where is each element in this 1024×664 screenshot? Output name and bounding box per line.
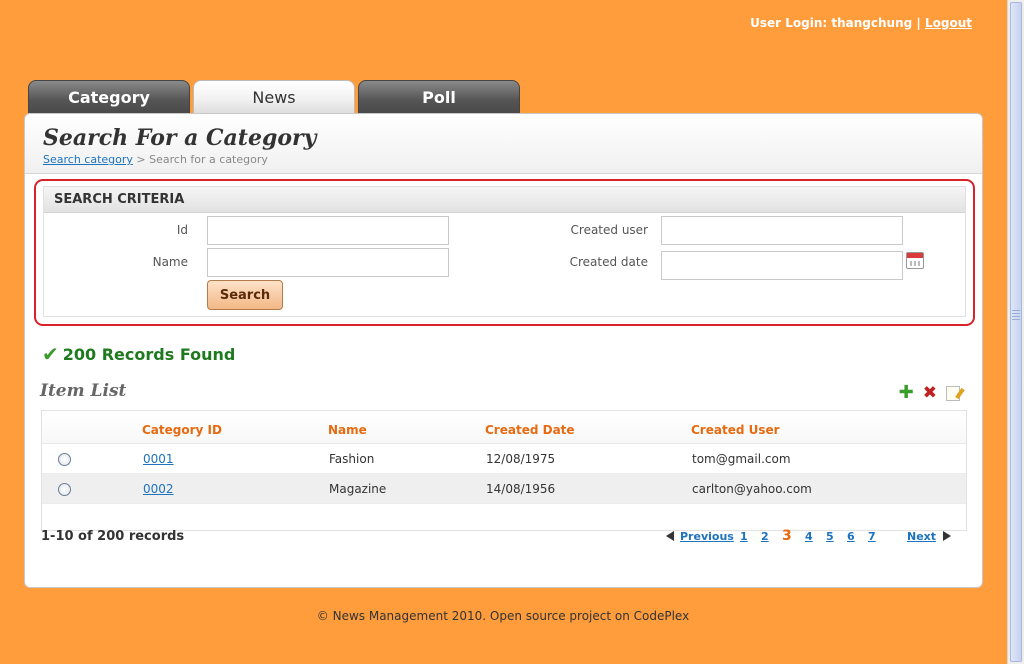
row-category-id-link[interactable]: 0002: [143, 482, 174, 496]
page-link-2[interactable]: 2: [761, 530, 769, 543]
search-criteria-box: SEARCH CRITERIA Id Name Created user Cre…: [34, 179, 975, 326]
id-input[interactable]: [207, 216, 449, 245]
row-created-user: carlton@yahoo.com: [692, 482, 812, 496]
page-link-1[interactable]: 1: [740, 530, 748, 543]
column-header-category-id[interactable]: Category ID: [142, 423, 222, 437]
breadcrumb-separator: >: [136, 153, 146, 166]
row-name: Fashion: [329, 452, 375, 466]
column-header-name[interactable]: Name: [328, 423, 367, 437]
main-tabs: Category News Poll: [28, 80, 520, 114]
row-created-user: tom@gmail.com: [692, 452, 791, 466]
records-found-text: 200 Records Found: [62, 344, 236, 364]
search-button[interactable]: Search: [207, 280, 283, 310]
row-category-id-link[interactable]: 0001: [143, 452, 174, 466]
name-label: Name: [152, 255, 188, 269]
row-created-date: 12/08/1975: [486, 452, 556, 466]
vertical-scrollbar[interactable]: [1007, 0, 1024, 664]
tab-news[interactable]: News: [193, 80, 355, 114]
page-link-4[interactable]: 4: [805, 530, 813, 543]
delete-icon[interactable]: ✖: [923, 384, 937, 402]
edit-icon[interactable]: [946, 385, 960, 401]
column-header-created-user[interactable]: Created User: [691, 423, 780, 437]
list-toolbar: ✚ ✖: [899, 384, 960, 402]
scrollbar-thumb[interactable]: [1010, 2, 1022, 662]
row-created-date: 14/08/1956: [486, 482, 556, 496]
table-row: 0001 Fashion 12/08/1975 tom@gmail.com: [42, 444, 966, 474]
next-arrow-icon[interactable]: [943, 531, 951, 541]
previous-link[interactable]: Previous: [680, 530, 734, 543]
created-user-input[interactable]: [661, 216, 903, 245]
panel-header: Search For a Category Search category > …: [25, 114, 982, 174]
user-bar-separator: |: [916, 16, 921, 30]
breadcrumb-current: Search for a category: [149, 153, 268, 166]
item-grid: Category ID Name Created Date Created Us…: [41, 410, 967, 531]
created-date-label: Created date: [569, 255, 648, 269]
pagination: Previous 1 2 3 4 5 6 7 Next: [665, 528, 955, 546]
row-select-radio[interactable]: [58, 483, 71, 496]
page-link-6[interactable]: 6: [847, 530, 855, 543]
created-user-label: Created user: [570, 223, 648, 237]
table-row: 0002 Magazine 14/08/1956 carlton@yahoo.c…: [42, 474, 966, 504]
grid-header: Category ID Name Created Date Created Us…: [42, 411, 966, 444]
page-title: Search For a Category: [43, 125, 317, 151]
item-list-title: Item List: [40, 381, 127, 401]
records-summary: 1-10 of 200 records: [41, 529, 185, 544]
previous-arrow-icon[interactable]: [666, 531, 674, 541]
checkmark-icon: ✔: [42, 342, 59, 366]
row-select-radio[interactable]: [58, 453, 71, 466]
page-link-5[interactable]: 5: [826, 530, 834, 543]
breadcrumb-link[interactable]: Search category: [43, 153, 133, 166]
records-found: ✔ 200 Records Found: [42, 344, 235, 364]
created-date-input[interactable]: [661, 251, 903, 280]
row-name: Magazine: [329, 482, 387, 496]
column-header-created-date[interactable]: Created Date: [485, 423, 575, 437]
content-panel: Search For a Category Search category > …: [24, 113, 983, 588]
user-login-text: User Login: thangchung: [750, 16, 913, 30]
breadcrumb: Search category > Search for a category: [43, 153, 982, 166]
calendar-icon[interactable]: [906, 252, 924, 269]
name-input[interactable]: [207, 248, 449, 277]
logout-link[interactable]: Logout: [925, 16, 972, 30]
next-link[interactable]: Next: [907, 530, 936, 543]
id-label: Id: [176, 223, 188, 237]
add-icon[interactable]: ✚: [899, 384, 914, 402]
page-link-7[interactable]: 7: [868, 530, 876, 543]
tab-poll[interactable]: Poll: [358, 80, 520, 113]
user-bar: User Login: thangchung | Logout: [750, 16, 972, 30]
tab-category[interactable]: Category: [28, 80, 190, 113]
footer: © News Management 2010. Open source proj…: [316, 609, 690, 623]
page-current: 3: [782, 528, 792, 544]
scrollbar-grip-icon: [1012, 310, 1020, 322]
search-criteria-title: SEARCH CRITERIA: [44, 187, 965, 213]
